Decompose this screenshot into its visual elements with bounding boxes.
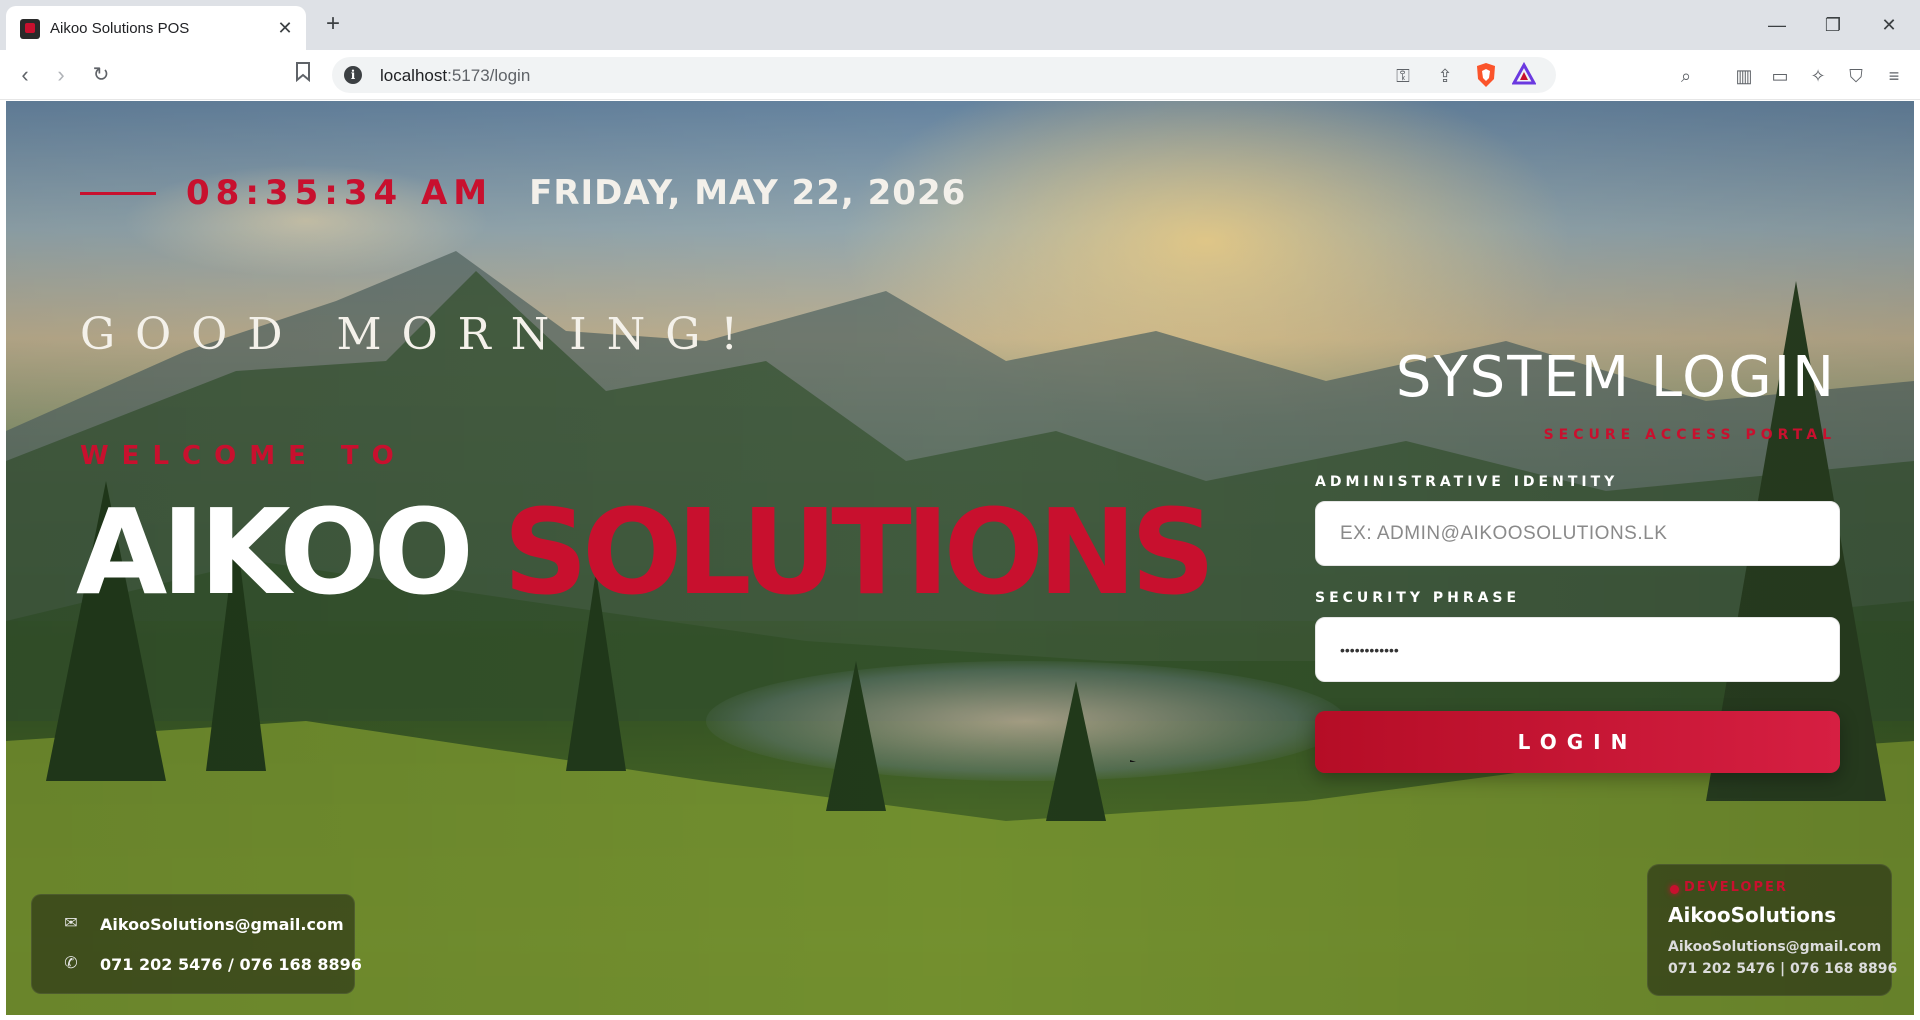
brave-shields-icon[interactable] [1474, 62, 1498, 88]
reload-icon[interactable]: ↻ [86, 60, 116, 90]
developer-label: DEVELOPER [1684, 880, 1788, 895]
browser-tab-strip: Aikoo Solutions POS ✕ + — ❐ ✕ [0, 0, 1920, 50]
clock-row: 08:35:34 AM FRIDAY, MAY 22, 2026 [80, 163, 966, 223]
restore-icon[interactable]: ❐ [1818, 10, 1848, 40]
minimize-icon[interactable]: — [1762, 10, 1792, 40]
address-bar[interactable]: i localhost:5173/login ⚿ ⇪ [332, 57, 1556, 93]
brand-title: AIKOO SOLUTIONS [76, 483, 1216, 621]
contact-card: ✉ AikooSolutions@gmail.com ✆ 071 202 547… [31, 894, 362, 994]
close-tab-icon[interactable]: ✕ [274, 17, 296, 39]
clock-date: FRIDAY, MAY 22, 2026 [529, 173, 967, 213]
brand-word-red: SOLUTIONS [503, 483, 1216, 621]
menu-icon[interactable]: ≡ [1880, 62, 1908, 90]
greeting-text: GOOD MORNING! [80, 309, 759, 360]
identity-label: ADMINISTRATIVE IDENTITY [1315, 474, 1619, 490]
new-tab-button[interactable]: + [320, 12, 346, 38]
security-phrase-input[interactable] [1315, 617, 1840, 682]
clock-accent-line [80, 191, 156, 195]
bookmark-icon[interactable] [288, 60, 318, 90]
phone-icon: ✆ [64, 955, 78, 972]
mail-icon: ✉ [64, 915, 78, 932]
sidebar-icon[interactable]: ▥ [1730, 62, 1758, 90]
tab-title: Aikoo Solutions POS [50, 20, 190, 37]
login-button[interactable]: LOGIN [1315, 711, 1840, 773]
login-title: SYSTEM LOGIN [1395, 345, 1836, 410]
site-info-icon[interactable]: i [344, 66, 362, 84]
developer-card: DEVELOPER AikooSolutions AikooSolutions@… [1647, 864, 1897, 996]
developer-email: AikooSolutions@gmail.com [1668, 939, 1882, 955]
forward-icon[interactable]: › [46, 60, 76, 90]
contact-email-row: ✉ AikooSolutions@gmail.com [60, 913, 344, 935]
brave-rewards-icon[interactable] [1511, 61, 1537, 88]
site-favicon-icon [20, 19, 40, 39]
share-icon[interactable]: ⇪ [1432, 63, 1458, 89]
security-phrase-label: SECURITY PHRASE [1315, 590, 1521, 606]
login-page: 08:35:34 AM FRIDAY, MAY 22, 2026 GOOD MO… [6, 101, 1914, 1015]
login-subtitle: SECURE ACCESS PORTAL [1543, 427, 1836, 443]
back-icon[interactable]: ‹ [10, 60, 40, 90]
key-icon[interactable]: ⚿ [1390, 63, 1416, 89]
clock-time: 08:35:34 AM [186, 173, 494, 213]
contact-phone[interactable]: 071 202 5476 / 076 168 8896 [100, 955, 362, 974]
developer-name: AikooSolutions [1668, 903, 1837, 927]
brand-word-white: AIKOO [76, 483, 474, 621]
contact-phone-row: ✆ 071 202 5476 / 076 168 8896 [60, 953, 362, 975]
url-text[interactable]: localhost:5173/login [380, 66, 530, 86]
welcome-text: WELCOME TO [80, 441, 407, 471]
browser-tab-active[interactable]: Aikoo Solutions POS ✕ [6, 6, 306, 50]
developer-phone: 071 202 5476 | 076 168 8896 [1668, 961, 1898, 977]
close-window-icon[interactable]: ✕ [1874, 10, 1904, 40]
mouse-cursor-icon [1130, 760, 1136, 762]
wallet-icon[interactable]: ▭ [1766, 62, 1794, 90]
leo-ai-icon[interactable]: ✧ [1804, 62, 1832, 90]
vpn-icon[interactable]: ⛉ [1842, 62, 1870, 90]
contact-email[interactable]: AikooSolutions@gmail.com [100, 915, 344, 934]
identity-input[interactable] [1315, 501, 1840, 566]
status-dot-icon [1670, 885, 1679, 894]
tab-search-icon[interactable]: ⌕ [1672, 62, 1700, 90]
browser-toolbar: ‹ › ↻ i localhost:5173/login ⚿ ⇪ ⌕ ▥ ▭ ✧… [0, 50, 1920, 100]
